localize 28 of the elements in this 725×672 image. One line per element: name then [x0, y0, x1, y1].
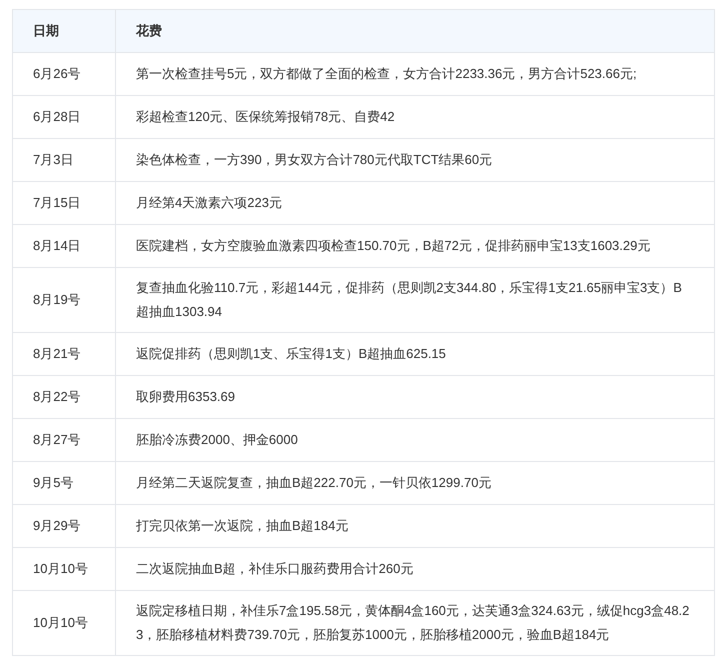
column-header: 花费: [116, 10, 714, 52]
table-cell: 医院建档，女方空腹验血激素四项检查150.70元，B超72元，促排药丽申宝13支1603.29元: [116, 224, 714, 268]
table-cell: 7月3日: [12, 138, 116, 182]
table-cell: 9月29号: [12, 504, 116, 548]
table-cell: 染色体检查，一方390，男女双方合计780元代取TCT结果60元: [116, 138, 714, 182]
table-cell: 二次返院抽血B超，补佳乐口服药费用合计260元: [116, 548, 714, 590]
table-cell: 8月19号: [12, 268, 116, 332]
table-cell: 6月28日: [12, 96, 116, 138]
table-cell: 彩超检查120元、医保统筹报销78元、自费42: [116, 96, 714, 138]
table-cell: 6月26号: [12, 52, 116, 96]
table-cell: 月经第4天激素六项223元: [116, 182, 714, 224]
table-cell: 返院定移植日期，补佳乐7盒195.58元，黄体酮4盒160元，达芙通3盒324.63元，绒促hcg3盒48.23，胚胎移植材料费739.70元，胚胎复苏1000元，胚胎移植2000元，验血B超184元: [116, 590, 714, 656]
table-cell: 打完贝依第一次返院，抽血B超184元: [116, 504, 714, 548]
table-cell: 8月22号: [12, 376, 116, 418]
table-cell: 9月5号: [12, 462, 116, 504]
table-cell: 8月21号: [12, 332, 116, 376]
table-cell: 10月10号: [12, 590, 116, 656]
table-cell: 复查抽血化验110.7元，彩超144元，促排药（思则凯2支344.80，乐宝得1支21.65丽申宝3支）B超抽血1303.94: [116, 268, 714, 332]
table-cell: 胚胎冷冻费2000、押金6000: [116, 418, 714, 462]
table-cell: 10月10号: [12, 548, 116, 590]
table-cell: 7月15日: [12, 182, 116, 224]
table-cell: 第一次检查挂号5元，双方都做了全面的检查，女方合计2233.36元，男方合计523.66元;: [116, 52, 714, 96]
table-cell: 取卵费用6353.69: [116, 376, 714, 418]
table-cell: 月经第二天返院复查，抽血B超222.70元，一针贝依1299.70元: [116, 462, 714, 504]
table-cell: 8月27号: [12, 418, 116, 462]
table-cell: 返院促排药（思则凯1支、乐宝得1支）B超抽血625.15: [116, 332, 714, 376]
column-header: 日期: [12, 10, 116, 52]
table-cell: 8月14日: [12, 224, 116, 268]
